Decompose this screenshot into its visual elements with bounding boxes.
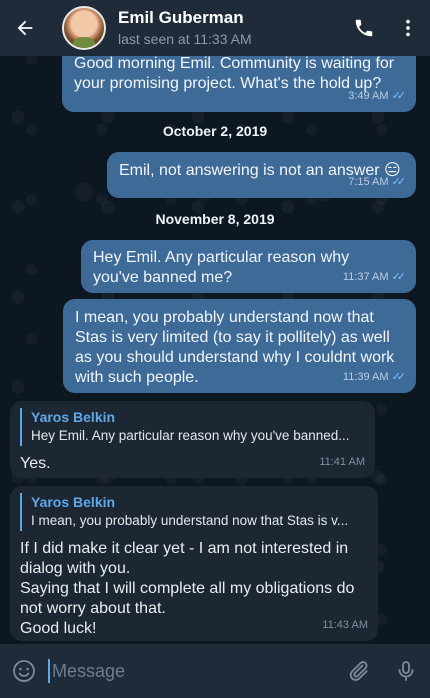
reply-author: Yaros Belkin — [31, 494, 116, 510]
reply-quote: I mean, you probably understand now that… — [31, 513, 349, 528]
message-bubble[interactable]: Yaros Belkin Hey Emil. Any particular re… — [10, 401, 375, 478]
message-time: 3:49 AM — [348, 90, 389, 102]
message-meta: 3:49 AM ✓✓ — [348, 86, 406, 106]
voice-message-button[interactable] — [382, 644, 430, 698]
reply-author: Yaros Belkin — [31, 409, 116, 425]
call-button[interactable] — [342, 0, 386, 56]
message-meta: 11:37 AM ✓✓ — [343, 267, 406, 287]
reply-preview[interactable]: Yaros Belkin Hey Emil. Any particular re… — [20, 408, 365, 446]
more-menu-button[interactable] — [386, 0, 430, 56]
message-meta: 11:41 AM — [319, 452, 365, 472]
reply-preview[interactable]: Yaros Belkin I mean, you probably unders… — [20, 493, 368, 531]
double-check-icon: ✓✓ — [391, 90, 407, 102]
contact-name: Emil Guberman — [118, 8, 244, 27]
message-bubble[interactable]: Hey Emil. Any particular reason why you'… — [81, 240, 416, 293]
avatar[interactable] — [62, 6, 106, 50]
message-time: 7:15 AM — [348, 176, 389, 188]
message-text: If I did make it clear yet - I am not in… — [20, 540, 355, 637]
message-meta: 7:15 AM ✓✓ — [348, 172, 406, 192]
chat-title[interactable]: Emil Guberman last seen at 11:33 AM — [118, 8, 342, 48]
message-time: 11:43 AM — [322, 619, 368, 631]
message-time: 11:41 AM — [319, 456, 365, 468]
date-separator: November 8, 2019 — [155, 211, 275, 227]
message-meta: 11:43 AM — [322, 615, 368, 635]
emoji-button[interactable] — [0, 644, 48, 698]
microphone-icon — [398, 661, 414, 681]
smile-icon — [13, 660, 35, 682]
message-time: 11:39 AM — [342, 371, 389, 383]
message-meta: 11:39 AM ✓✓ — [343, 367, 406, 387]
double-check-icon: ✓✓ — [391, 271, 407, 283]
arrow-left-icon — [17, 20, 33, 36]
message-bubble[interactable]: Emil, not answering is not an answer 😑 7… — [107, 152, 416, 198]
message-text: Yes. — [20, 455, 51, 472]
paperclip-icon — [349, 661, 368, 681]
message-input[interactable] — [48, 659, 334, 683]
attach-button[interactable] — [334, 644, 382, 698]
message-composer — [0, 644, 430, 698]
last-seen-status: last seen at 11:33 AM — [118, 31, 252, 47]
message-time: 11:37 AM — [342, 271, 389, 283]
more-vertical-icon — [406, 19, 410, 37]
double-check-icon: ✓✓ — [391, 176, 407, 188]
message-bubble[interactable]: I mean, you probably understand now that… — [63, 299, 416, 393]
phone-icon — [355, 19, 373, 37]
date-separator: October 2, 2019 — [162, 123, 268, 139]
message-bubble[interactable]: Yaros Belkin I mean, you probably unders… — [10, 486, 378, 641]
reply-quote: Hey Emil. Any particular reason why you'… — [31, 428, 350, 443]
back-button[interactable] — [0, 0, 50, 56]
chat-header: Emil Guberman last seen at 11:33 AM — [0, 0, 430, 56]
double-check-icon: ✓✓ — [391, 371, 407, 383]
